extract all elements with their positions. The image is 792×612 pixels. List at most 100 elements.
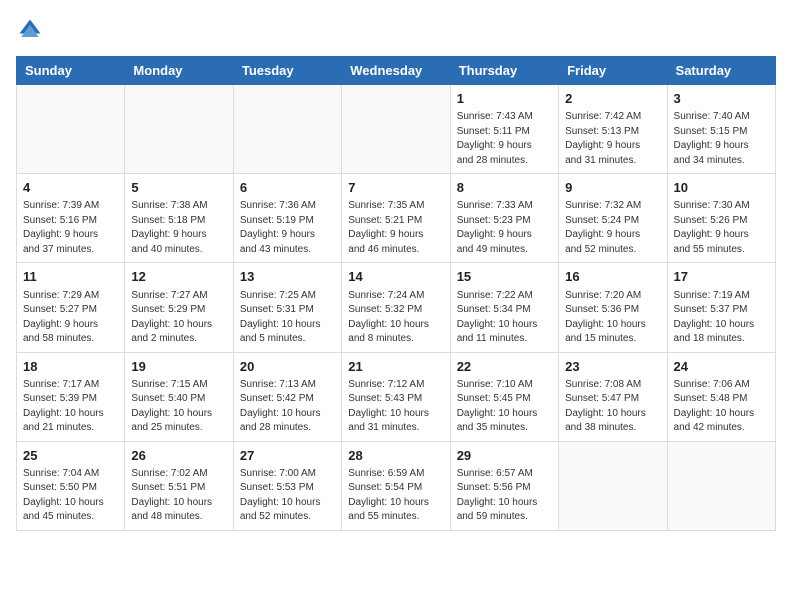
calendar-cell [233,85,341,174]
logo-icon [16,16,44,44]
calendar-cell: 5 Sunrise: 7:38 AM Sunset: 5:18 PM Daylig… [125,174,233,263]
day-info: Sunrise: 7:13 AM Sunset: 5:42 PM Dayligh… [240,378,335,436]
day-number: 10 [674,179,769,197]
calendar-cell: 27 Sunrise: 7:00 AM Sunset: 5:53 PM Dayli… [233,441,341,530]
day-number: 12 [131,268,226,286]
day-info: Sunrise: 7:00 AM Sunset: 5:53 PM Dayligh… [240,467,335,525]
day-number: 29 [457,447,552,465]
day-info: Sunrise: 7:15 AM Sunset: 5:40 PM Dayligh… [131,378,226,436]
day-info: Sunrise: 7:12 AM Sunset: 5:43 PM Dayligh… [348,378,443,436]
day-number: 27 [240,447,335,465]
column-header-monday: Monday [125,57,233,85]
column-header-sunday: Sunday [17,57,125,85]
column-header-friday: Friday [559,57,667,85]
day-info: Sunrise: 7:19 AM Sunset: 5:37 PM Dayligh… [674,289,769,347]
calendar-cell [125,85,233,174]
day-number: 25 [23,447,118,465]
page-header [16,16,776,44]
day-number: 6 [240,179,335,197]
calendar-cell [342,85,450,174]
day-number: 26 [131,447,226,465]
day-number: 1 [457,90,552,108]
calendar-cell: 18Sunrise: 7:17 AM Sunset: 5:39 PM Dayli… [17,352,125,441]
calendar-cell: 22Sunrise: 7:10 AM Sunset: 5:45 PM Dayli… [450,352,558,441]
day-info: Sunrise: 7:17 AM Sunset: 5:39 PM Dayligh… [23,378,118,436]
day-info: Sunrise: 7:02 AM Sunset: 5:51 PM Dayligh… [131,467,226,525]
day-number: 9 [565,179,660,197]
calendar-cell: 7 Sunrise: 7:35 AM Sunset: 5:21 PM Daylig… [342,174,450,263]
calendar-cell: 24Sunrise: 7:06 AM Sunset: 5:48 PM Dayli… [667,352,775,441]
calendar-cell: 10 Sunrise: 7:30 AM Sunset: 5:26 PM Dayli… [667,174,775,263]
calendar-cell: 26 Sunrise: 7:02 AM Sunset: 5:51 PM Dayli… [125,441,233,530]
day-info: Sunrise: 6:59 AM Sunset: 5:54 PM Dayligh… [348,467,443,525]
calendar-cell: 13 Sunrise: 7:25 AM Sunset: 5:31 PM Dayli… [233,263,341,352]
day-number: 17 [674,268,769,286]
calendar-cell: 9 Sunrise: 7:32 AM Sunset: 5:24 PM Daylig… [559,174,667,263]
calendar-cell [559,441,667,530]
day-number: 13 [240,268,335,286]
column-header-tuesday: Tuesday [233,57,341,85]
day-number: 8 [457,179,552,197]
day-info: Sunrise: 7:32 AM Sunset: 5:24 PM Dayligh… [565,199,660,257]
calendar-cell: 8 Sunrise: 7:33 AM Sunset: 5:23 PM Daylig… [450,174,558,263]
day-info: Sunrise: 7:40 AM Sunset: 5:15 PM Dayligh… [674,110,769,168]
day-info: Sunrise: 7:33 AM Sunset: 5:23 PM Dayligh… [457,199,552,257]
day-info: Sunrise: 7:39 AM Sunset: 5:16 PM Dayligh… [23,199,118,257]
day-info: Sunrise: 7:22 AM Sunset: 5:34 PM Dayligh… [457,289,552,347]
day-info: Sunrise: 7:35 AM Sunset: 5:21 PM Dayligh… [348,199,443,257]
week-row-5: 25 Sunrise: 7:04 AM Sunset: 5:50 PM Dayli… [17,441,776,530]
day-info: Sunrise: 7:36 AM Sunset: 5:19 PM Dayligh… [240,199,335,257]
calendar-cell: 29 Sunrise: 6:57 AM Sunset: 5:56 PM Dayli… [450,441,558,530]
column-header-wednesday: Wednesday [342,57,450,85]
calendar-cell [17,85,125,174]
day-number: 16 [565,268,660,286]
day-number: 19 [131,358,226,376]
day-info: Sunrise: 7:30 AM Sunset: 5:26 PM Dayligh… [674,199,769,257]
calendar-cell: 14Sunrise: 7:24 AM Sunset: 5:32 PM Dayli… [342,263,450,352]
day-info: Sunrise: 7:42 AM Sunset: 5:13 PM Dayligh… [565,110,660,168]
week-row-3: 11 Sunrise: 7:29 AM Sunset: 5:27 PM Dayli… [17,263,776,352]
day-info: Sunrise: 7:43 AM Sunset: 5:11 PM Dayligh… [457,110,552,168]
day-info: Sunrise: 7:20 AM Sunset: 5:36 PM Dayligh… [565,289,660,347]
calendar-cell: 21 Sunrise: 7:12 AM Sunset: 5:43 PM Dayli… [342,352,450,441]
day-info: Sunrise: 7:25 AM Sunset: 5:31 PM Dayligh… [240,289,335,347]
day-number: 15 [457,268,552,286]
week-row-4: 18Sunrise: 7:17 AM Sunset: 5:39 PM Dayli… [17,352,776,441]
week-row-2: 4 Sunrise: 7:39 AM Sunset: 5:16 PM Daylig… [17,174,776,263]
logo [16,16,48,44]
day-info: Sunrise: 7:08 AM Sunset: 5:47 PM Dayligh… [565,378,660,436]
day-info: Sunrise: 7:04 AM Sunset: 5:50 PM Dayligh… [23,467,118,525]
day-info: Sunrise: 7:38 AM Sunset: 5:18 PM Dayligh… [131,199,226,257]
day-number: 20 [240,358,335,376]
calendar-cell: 25 Sunrise: 7:04 AM Sunset: 5:50 PM Dayli… [17,441,125,530]
day-number: 24 [674,358,769,376]
calendar-header-row: SundayMondayTuesdayWednesdayThursdayFrid… [17,57,776,85]
week-row-1: 1 Sunrise: 7:43 AM Sunset: 5:11 PM Daylig… [17,85,776,174]
calendar-cell: 3Sunrise: 7:40 AM Sunset: 5:15 PM Daylig… [667,85,775,174]
calendar-cell: 17 Sunrise: 7:19 AM Sunset: 5:37 PM Dayli… [667,263,775,352]
column-header-saturday: Saturday [667,57,775,85]
day-info: Sunrise: 7:27 AM Sunset: 5:29 PM Dayligh… [131,289,226,347]
day-number: 21 [348,358,443,376]
calendar-cell: 4 Sunrise: 7:39 AM Sunset: 5:16 PM Daylig… [17,174,125,263]
calendar-cell: 20 Sunrise: 7:13 AM Sunset: 5:42 PM Dayli… [233,352,341,441]
calendar-cell: 11 Sunrise: 7:29 AM Sunset: 5:27 PM Dayli… [17,263,125,352]
calendar-cell [667,441,775,530]
day-number: 2 [565,90,660,108]
calendar-cell: 23 Sunrise: 7:08 AM Sunset: 5:47 PM Dayli… [559,352,667,441]
day-number: 28 [348,447,443,465]
calendar-table: SundayMondayTuesdayWednesdayThursdayFrid… [16,56,776,531]
calendar-cell: 2 Sunrise: 7:42 AM Sunset: 5:13 PM Daylig… [559,85,667,174]
day-number: 14 [348,268,443,286]
day-number: 7 [348,179,443,197]
calendar-cell: 1 Sunrise: 7:43 AM Sunset: 5:11 PM Daylig… [450,85,558,174]
day-number: 23 [565,358,660,376]
calendar-cell: 19 Sunrise: 7:15 AM Sunset: 5:40 PM Dayli… [125,352,233,441]
calendar-cell: 15 Sunrise: 7:22 AM Sunset: 5:34 PM Dayli… [450,263,558,352]
day-number: 22 [457,358,552,376]
day-number: 4 [23,179,118,197]
day-info: Sunrise: 6:57 AM Sunset: 5:56 PM Dayligh… [457,467,552,525]
day-number: 11 [23,268,118,286]
day-info: Sunrise: 7:29 AM Sunset: 5:27 PM Dayligh… [23,289,118,347]
day-number: 5 [131,179,226,197]
